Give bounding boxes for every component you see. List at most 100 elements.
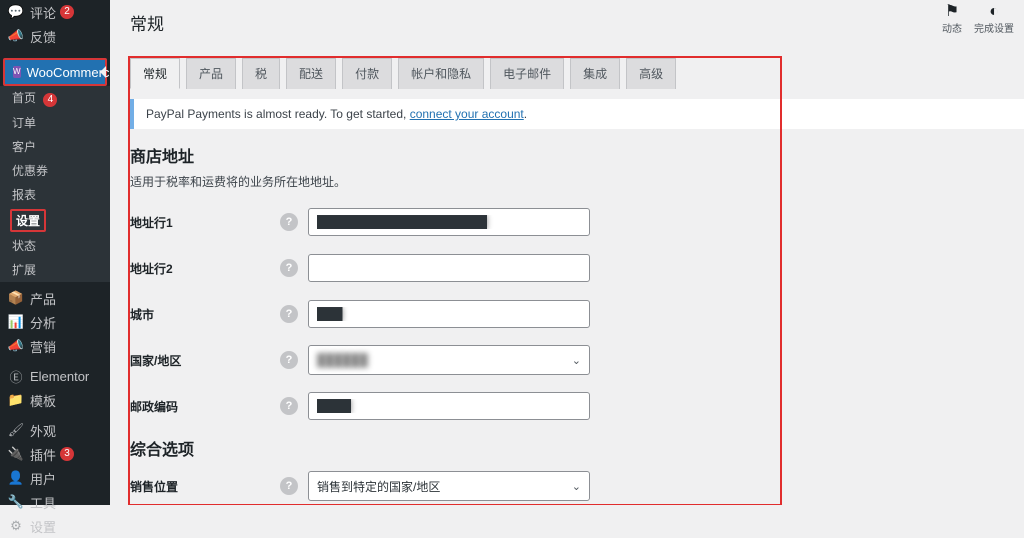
page-title: 常规 [130,10,164,35]
sidebar-item-orders[interactable]: 订单 [0,111,110,135]
plugin-icon: 🔌 [8,446,24,462]
topbar: 常规 ⚑ 动态 ◐ 完成设置 [110,0,1024,44]
sidebar-item-label: 产品 [30,289,56,308]
store-address-desc: 适用于税率和运费将的业务所在地地址。 [130,173,1014,190]
megaphone-icon: 📣 [8,338,24,354]
badge-count: 3 [60,447,74,461]
connect-account-link[interactable]: connect your account [410,107,524,121]
help-icon[interactable]: ? [280,477,298,495]
flag-icon: ⚑ [945,4,959,20]
row-selling-location: 销售位置 ? 销售到特定的国家/地区 ⌄ [130,466,1014,505]
tab-label: 付款 [355,67,379,81]
badge-count: 2 [60,5,74,19]
help-icon[interactable]: ? [280,397,298,415]
row-address2: 地址行2 ? [130,248,1014,288]
tab-emails[interactable]: 电子邮件 [490,58,564,89]
tab-accounts[interactable]: 帐户和隐私 [398,58,484,89]
settings-tabs: 常规 产品 税 配送 付款 帐户和隐私 电子邮件 集成 高级 [130,58,1014,89]
sidebar-item-feedback[interactable]: 📣 反馈 [0,24,110,48]
sidebar-item-label: 扩展 [12,263,36,277]
tab-label: 配送 [299,67,323,81]
row-postcode: 邮政编码 ? [130,386,1014,426]
row-address1: 地址行1 ? [130,202,1014,242]
sidebar-item-users[interactable]: 👤 用户 [0,466,110,490]
country-select[interactable]: ██████ ⌄ [308,345,590,375]
sidebar-item-label: 优惠券 [12,164,48,178]
tab-label: 产品 [199,67,223,81]
address2-label: 地址行2 [130,260,280,277]
row-city: 城市 ? [130,294,1014,334]
tab-advanced[interactable]: 高级 [626,58,676,89]
sidebar-item-extensions[interactable]: 扩展 [0,258,110,282]
sidebar-item-tools[interactable]: 🔧 工具 [0,490,110,514]
brush-icon: 🖌 [8,422,24,438]
elementor-icon: Ⓔ [8,368,24,384]
help-icon[interactable]: ? [280,351,298,369]
main-panel: 常规 产品 税 配送 付款 帐户和隐私 电子邮件 集成 高级 PayPal Pa… [110,44,1024,505]
store-address-heading: 商店地址 [130,143,1014,167]
help-icon[interactable]: ? [280,305,298,323]
sidebar-item-settings[interactable]: 设置 [10,209,46,232]
sidebar-item-products[interactable]: 📦 产品 [0,286,110,310]
sidebar-item-label: 工具 [30,493,56,512]
user-icon: 👤 [8,470,24,486]
tab-shipping[interactable]: 配送 [286,58,336,89]
help-icon[interactable]: ? [280,213,298,231]
tab-integration[interactable]: 集成 [570,58,620,89]
sidebar-item-analytics[interactable]: 📊分析 [0,310,110,334]
postcode-input[interactable] [308,392,590,420]
comment-icon: 💬 [8,4,24,20]
address1-input[interactable] [308,208,590,236]
tab-label: 高级 [639,67,663,81]
tab-tax[interactable]: 税 [242,58,280,89]
wrench-icon: 🔧 [8,494,24,510]
sidebar-item-customers[interactable]: 客户 [0,135,110,159]
admin-sidebar: 💬 评论 2 📣 反馈 W WooCommerce 首页 4 订单 客户 优惠券… [0,0,110,505]
setup-button[interactable]: ◐ 完成设置 [974,4,1014,35]
content-area: 常规 ⚑ 动态 ◐ 完成设置 常规 产品 税 配送 付款 帐户和隐私 电子邮件 [110,0,1024,505]
tab-products[interactable]: 产品 [186,58,236,89]
city-input[interactable] [308,300,590,328]
selling-location-label: 销售位置 [130,478,280,495]
chevron-right-icon [100,66,106,78]
sidebar-item-status[interactable]: 状态 [0,234,110,258]
paypal-notice: PayPal Payments is almost ready. To get … [130,99,1024,129]
address2-input[interactable] [308,254,590,282]
sidebar-item-elementor[interactable]: ⒺElementor [0,364,110,388]
tab-label: 税 [255,67,267,81]
help-icon[interactable]: ? [280,259,298,277]
sidebar-item-coupons[interactable]: 优惠券 [0,159,110,183]
sidebar-item-reports[interactable]: 报表 [0,183,110,207]
tab-label: 集成 [583,67,607,81]
sidebar-item-marketing[interactable]: 📣 营销 [0,334,110,358]
sidebar-item-label: 首页 [12,91,36,105]
sidebar-item-woocommerce[interactable]: W WooCommerce [3,58,107,86]
progress-icon: ◐ [989,4,999,20]
activity-button[interactable]: ⚑ 动态 [942,4,962,35]
address1-label: 地址行1 [130,214,280,231]
sidebar-item-appearance[interactable]: 🖌 外观 [0,418,110,442]
gear-icon: ⚙ [8,518,24,534]
sidebar-item-label: 营销 [30,337,56,356]
sidebar-item-templates[interactable]: 📁模板 [0,388,110,412]
sidebar-item-plugins[interactable]: 🔌 插件 3 [0,442,110,466]
sidebar-item-label: 报表 [12,188,36,202]
sidebar-item-label: 外观 [30,421,56,440]
sidebar-item-label: 插件 [30,445,56,464]
country-value: ██████ [317,353,368,367]
postcode-label: 邮政编码 [130,398,280,415]
selling-location-select[interactable]: 销售到特定的国家/地区 ⌄ [308,471,590,501]
tab-general[interactable]: 常规 [130,58,180,89]
sidebar-item-home[interactable]: 首页 4 [0,86,110,111]
tab-label: 帐户和隐私 [411,67,471,81]
sidebar-item-label: 用户 [30,469,56,488]
sidebar-item-site-settings[interactable]: ⚙设置 [0,514,110,538]
sidebar-item-comments[interactable]: 💬 评论 2 [0,0,110,24]
tab-payments[interactable]: 付款 [342,58,392,89]
activity-label: 动态 [942,20,962,35]
sidebar-item-label: 评论 [30,3,56,22]
woocommerce-icon: W [13,66,21,78]
city-label: 城市 [130,306,280,323]
archive-icon: 📦 [8,290,24,306]
megaphone-icon: 📣 [8,28,24,44]
